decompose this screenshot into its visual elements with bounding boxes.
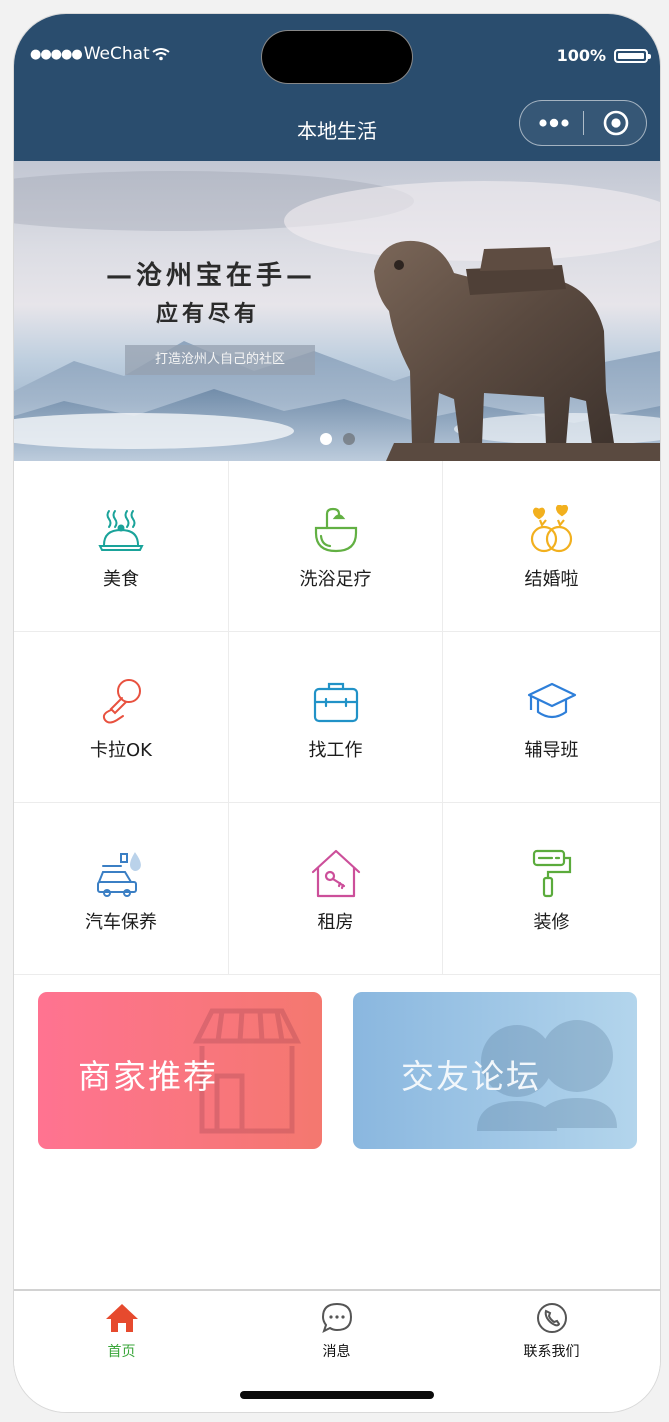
paint-roller-icon [532, 849, 571, 897]
carousel-dot-active[interactable] [320, 433, 332, 445]
camera-notch [262, 31, 412, 83]
tab-home[interactable]: 首页 [14, 1301, 229, 1361]
category-jobs[interactable]: 找工作 [229, 632, 443, 803]
banner-headline: —沧州宝在手— [106, 261, 317, 291]
category-label: 装修 [533, 911, 570, 933]
category-label: 辅导班 [524, 740, 579, 761]
category-rental[interactable]: 租房 [229, 803, 443, 975]
category-label: 找工作 [308, 740, 363, 761]
tab-label: 消息 [322, 1344, 351, 1360]
category-wedding[interactable]: 结婚啦 [443, 461, 660, 632]
briefcase-icon [313, 682, 358, 723]
status-bar-left: ●●●●● WeChat [30, 44, 170, 64]
banner-slogan: 打造沧州人自己的社区 [125, 345, 315, 375]
graduation-cap-icon [527, 682, 576, 719]
category-label: 汽车保养 [85, 911, 157, 933]
wifi-icon [152, 48, 170, 61]
home-indicator [240, 1391, 434, 1399]
tab-messages[interactable]: 消息 [229, 1301, 444, 1361]
card-label: 交友论坛 [401, 1057, 541, 1096]
close-miniprogram-icon[interactable] [598, 107, 634, 139]
merchant-recommendation-card[interactable]: 商家推荐 [38, 992, 322, 1149]
car-wash-icon [97, 851, 141, 897]
category-grid: 美食 洗浴足疗 结婚啦 卡拉OK 找工作 辅导班 汽车保养 租房 装修 [14, 461, 660, 975]
miniprogram-capsule [519, 100, 647, 146]
bathtub-icon [314, 507, 357, 553]
battery-icon [614, 48, 651, 63]
tab-label: 联系我们 [523, 1344, 580, 1360]
navigation-header: ●●●●● WeChat 100% 本地生活 [14, 14, 660, 161]
microphone-icon [102, 679, 141, 724]
battery-percent: 100% [556, 46, 606, 65]
social-forum-card[interactable]: 交友论坛 [353, 992, 637, 1149]
phone-frame: ●●●●● WeChat 100% 本地生活 —沧州宝在手— 应有尽有 打造沧州… [14, 14, 660, 1412]
category-label: 租房 [317, 911, 354, 933]
home-icon [105, 1304, 138, 1332]
category-tutoring[interactable]: 辅导班 [443, 632, 660, 803]
category-car-care[interactable]: 汽车保养 [14, 803, 229, 975]
category-label: 洗浴足疗 [299, 569, 372, 590]
category-karaoke[interactable]: 卡拉OK [14, 632, 229, 803]
card-label: 商家推荐 [78, 1057, 218, 1096]
banner-subheadline: 应有尽有 [156, 301, 261, 327]
phone-icon [536, 1303, 567, 1333]
category-label: 美食 [103, 569, 139, 590]
carousel-dot[interactable] [343, 433, 355, 445]
category-label: 卡拉OK [90, 740, 152, 761]
category-label: 结婚啦 [524, 569, 579, 590]
wedding-rings-icon [530, 505, 572, 553]
banner-carousel[interactable]: —沧州宝在手— 应有尽有 打造沧州人自己的社区 [14, 161, 660, 461]
signal-dots: ●●●●● [30, 46, 83, 62]
category-renovation[interactable]: 装修 [443, 803, 660, 975]
food-dome-icon [98, 510, 144, 551]
more-options-icon[interactable] [534, 109, 574, 137]
carrier-label: WeChat [83, 44, 150, 64]
tab-contact[interactable]: 联系我们 [444, 1301, 659, 1361]
category-food[interactable]: 美食 [14, 461, 229, 632]
house-key-icon [311, 849, 360, 897]
tab-label: 首页 [107, 1344, 136, 1360]
capsule-divider [583, 111, 584, 135]
status-bar-right: 100% [556, 46, 651, 65]
message-icon [321, 1302, 352, 1333]
category-bath-massage[interactable]: 洗浴足疗 [229, 461, 443, 632]
banner-image [14, 171, 660, 461]
